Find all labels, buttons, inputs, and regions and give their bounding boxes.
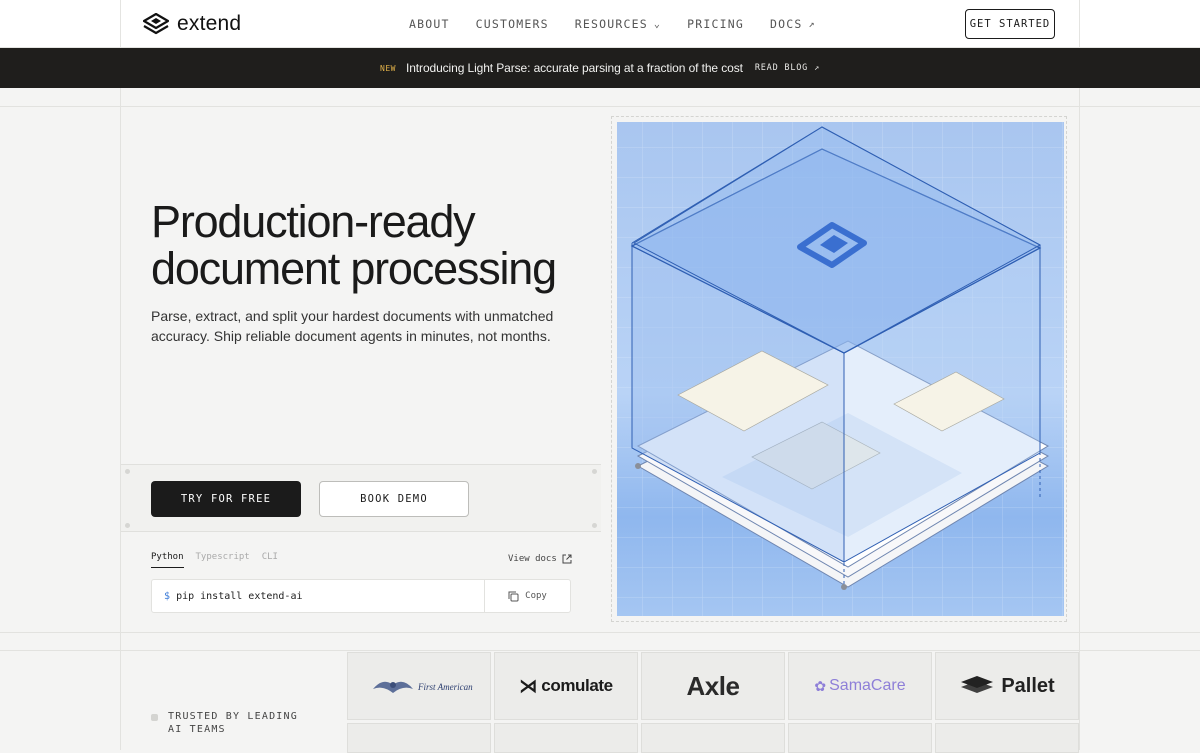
read-blog-label: READ BLOG [754,63,809,73]
prompt-symbol: $ [164,591,171,602]
logo-pallet: Pallet [935,652,1079,720]
menu-item-docs[interactable]: DOCS ↗ [770,17,816,31]
menu-item-about[interactable]: ABOUT [409,17,450,31]
nav-container: extend ABOUT CUSTOMERS RESOURCES ⌄ PRICIN… [120,0,1080,48]
top-nav: extend ABOUT CUSTOMERS RESOURCES ⌄ PRICIN… [0,0,1200,48]
first-american-name: First American [418,682,473,692]
install-command[interactable]: $ pip install extend-ai [164,591,303,602]
logo-cell-row2 [494,723,638,753]
copy-label: Copy [525,591,547,601]
chevron-down-icon: ⌄ [653,18,662,30]
tab-typescript[interactable]: Typescript [196,552,250,568]
menu-item-pricing[interactable]: PRICING [687,17,744,31]
try-for-free-button[interactable]: TRY FOR FREE [151,481,301,517]
logo-cell-row2 [347,723,491,753]
code-tabs: Python Typescript CLI [151,552,278,568]
external-link-icon [562,554,572,564]
view-docs-label: View docs [508,554,557,564]
pallet-name: Pallet [1001,674,1055,697]
main-menu: ABOUT CUSTOMERS RESOURCES ⌄ PRICING DOCS ↗ [409,17,816,31]
trusted-text: TRUSTED BY LEADING AI TEAMS [168,710,298,736]
hero-title-line2: document processing [151,243,557,294]
trusted-heading: TRUSTED BY LEADING AI TEAMS [151,710,298,736]
hero-title: Production-ready document processing [151,198,591,292]
view-docs-link[interactable]: View docs [508,554,572,564]
menu-item-customers[interactable]: CUSTOMERS [476,17,549,31]
menu-label: ABOUT [409,17,450,31]
frame-line-mid [0,632,1200,633]
menu-label: DOCS [769,17,803,31]
logo-samacare: ✿ SamaCare [788,652,932,720]
grid-dot [592,469,597,474]
announcement-banner: NEW Introducing Light Parse: accurate pa… [0,48,1200,88]
external-arrow-icon: ↗ [814,63,820,73]
grid-dot [125,469,130,474]
comulate-mark-icon: ⋊ [519,675,538,696]
hero-title-line1: Production-ready [151,196,476,247]
tab-python[interactable]: Python [151,552,184,568]
grid-dot [125,523,130,528]
brand-name: extend [177,12,242,35]
tab-cli[interactable]: CLI [262,552,278,568]
logo-cell-row2 [935,723,1079,753]
banner-text: Introducing Light Parse: accurate parsin… [406,61,743,75]
hero-illustration [611,116,1067,622]
logo-first-american: First American [347,652,491,720]
samacare-lotus-icon: ✿ [814,677,827,694]
trusted-line2: AI TEAMS [168,724,226,735]
hero-subtitle: Parse, extract, and split your hardest d… [151,308,554,344]
extend-logo-icon [143,13,169,35]
copy-icon [508,591,519,601]
copy-button[interactable]: Copy [484,580,570,612]
book-demo-button[interactable]: BOOK DEMO [319,481,469,517]
hero-section: Production-ready document processing Par… [120,106,1080,632]
read-blog-link[interactable]: READ BLOG ↗ [755,63,820,73]
customer-logo-grid: First American ⋊ comulate Axle ✿ SamaCar… [347,652,1081,753]
brand-logo[interactable]: extend [143,12,241,36]
get-started-button[interactable]: GET STARTED [965,9,1055,39]
menu-label: CUSTOMERS [475,17,549,31]
menu-label: PRICING [687,17,744,31]
isometric-documents-illustration [617,122,1067,616]
logo-cell-row2 [641,723,785,753]
trusted-line1: TRUSTED BY LEADING [168,711,298,722]
command-text: pip install extend-ai [176,591,303,602]
external-arrow-icon: ↗ [808,18,816,30]
pallet-mark-icon [961,676,994,693]
menu-label: RESOURCES [574,17,648,31]
trusted-by-section: TRUSTED BY LEADING AI TEAMS First Americ… [120,650,1081,753]
cta-row: TRY FOR FREE BOOK DEMO [121,464,601,532]
new-badge: NEW [380,63,396,73]
logo-comulate: ⋊ comulate [494,652,638,720]
comulate-name: comulate [541,676,613,695]
grid-dot [592,523,597,528]
menu-item-resources[interactable]: RESOURCES ⌄ [575,17,661,31]
samacare-name: SamaCare [829,677,906,694]
logo-axle: Axle [641,652,785,720]
logo-cell-row2 [788,723,932,753]
bullet-square [151,714,158,721]
axle-name: Axle [686,670,740,701]
install-command-box: $ pip install extend-ai Copy [151,579,571,613]
